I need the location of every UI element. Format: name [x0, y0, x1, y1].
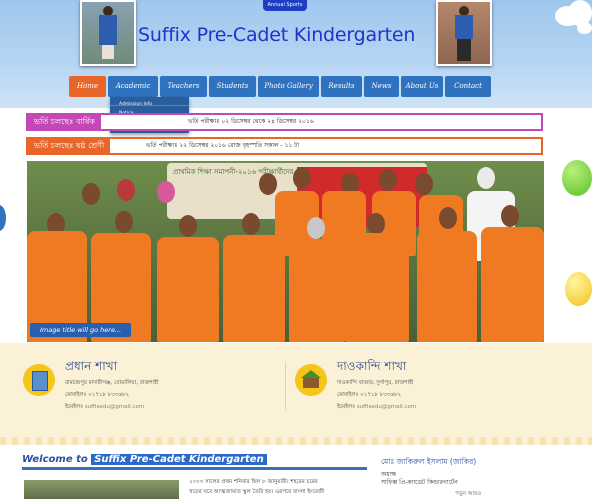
- principal-org: সাফিক্স প্রি-ক্যাডেট কিন্ডারগার্টেন: [381, 479, 458, 486]
- notice-tag: ভর্তি চলছেঃ ষষ্ঠ শ্রেণী: [28, 139, 111, 153]
- branch-email-link[interactable]: suffixedu@gmail.com: [357, 404, 416, 410]
- branch-email-label: ইমেইলঃ: [65, 404, 84, 410]
- divider: [285, 362, 286, 410]
- welcome-text-line: খড়ের ঘরে আত্মজামাত স্কুল তৈরি হয়। এরপর…: [189, 489, 325, 495]
- nav-news[interactable]: News: [364, 76, 399, 97]
- balloon-green-decoration: [562, 160, 592, 196]
- welcome-photo: [24, 480, 179, 499]
- nav-photo-gallery[interactable]: Photo Gallery: [258, 76, 319, 97]
- branch-address: রামচন্দ্রপুর মাদারীগঞ্জ, বোয়ালিয়া, রাজ…: [65, 380, 159, 386]
- building-icon: [23, 364, 55, 396]
- dropdown-item-admission-info[interactable]: Admission Info: [110, 97, 189, 107]
- branch-email-label: ইমেইলঃ: [337, 404, 356, 410]
- nav-academic[interactable]: Academic: [108, 76, 158, 97]
- principal-name: মোঃ জাকিরুল ইসলাম (জাকির): [381, 457, 477, 466]
- cloud-decoration: [577, 22, 592, 34]
- balloon-yellow-decoration: [565, 272, 592, 306]
- branch-address: দাওকান্দি বাজার, দুর্গাপুর, রাজশাহী: [337, 380, 414, 386]
- branch-email-row: ইমেইলঃ suffixedu@gmail.com: [337, 404, 416, 412]
- branch-mobile: মোবাইলঃ ০১৭১৮ ৮৩৩৬৮২: [65, 392, 130, 398]
- nav-results[interactable]: Results: [321, 76, 362, 97]
- nav-students[interactable]: Students: [209, 76, 256, 97]
- branch-name: প্রধান শাখা: [65, 359, 118, 373]
- branch-email-link[interactable]: suffixedu@gmail.com: [85, 404, 144, 410]
- student-photo-left: [80, 0, 136, 66]
- branch-mobile: মোবাইলঃ ০১৭১৮ ৮৩৩৬৮২: [337, 392, 402, 398]
- branch-main: প্রধান শাখা রামচন্দ্রপুর মাদারীগঞ্জ, বোয…: [23, 358, 283, 428]
- site-title[interactable]: Suffix Pre-Cadet Kindergarten: [138, 24, 415, 46]
- notice-strip-class6: ভর্তি চলছেঃ ষষ্ঠ শ্রেণী ভর্তি পরীক্ষাঃ ২…: [26, 137, 543, 155]
- house-icon: [295, 364, 327, 396]
- branch-daokandi: দাওকান্দি শাখা দাওকান্দি বাজার, দুর্গাপু…: [295, 358, 555, 428]
- welcome-prefix: Welcome to: [22, 454, 88, 465]
- student-photo-right: [436, 0, 492, 66]
- nav-about-us[interactable]: About Us: [401, 76, 443, 97]
- welcome-underline: [22, 467, 367, 470]
- notice-strip-annual: ভর্তি চলছেঃ বার্ষিক ভর্তি পরীক্ষাঃ ০২ ডি…: [26, 113, 543, 131]
- notice-text[interactable]: ভর্তি পরীক্ষাঃ ০২ ডিসেম্বর থেকে ২৪ ডিসেম…: [188, 115, 314, 129]
- nav-home[interactable]: Home: [69, 76, 106, 97]
- notice-text[interactable]: ভর্তি পরীক্ষাঃ ২২ ডিসেম্বর ২০১৬ রোজ বৃহস…: [146, 139, 299, 153]
- nav-teachers[interactable]: Teachers: [160, 76, 207, 97]
- branch-name: দাওকান্দি শাখা: [337, 359, 407, 373]
- ribbon-badge: Annual Sports: [263, 0, 307, 11]
- notice-tag: ভর্তি চলছেঃ বার্ষিক: [28, 115, 102, 129]
- welcome-heading: Welcome to Suffix Pre-Cadet Kindergarten: [22, 454, 267, 465]
- image-slider[interactable]: প্রাথমিক শিক্ষা সমাপনী-২০১৬ পরীক্ষার্থীদ…: [27, 161, 544, 342]
- slide-caption[interactable]: Image title will go here...: [30, 323, 132, 337]
- balloon-blue-decoration: [0, 205, 6, 231]
- scalloped-border: [0, 437, 592, 445]
- main-nav: Home Academic Teachers Students Photo Ga…: [69, 76, 493, 97]
- welcome-text-line: ২০০৩ সালের প্রথম শনিবার ছিল ৮ জানুয়ারী।…: [189, 479, 318, 485]
- branch-email-row: ইমেইলঃ suffixedu@gmail.com: [65, 404, 144, 412]
- read-more-link[interactable]: পড়ুন আরও: [455, 491, 481, 499]
- welcome-school-name: Suffix Pre-Cadet Kindergarten: [91, 454, 267, 465]
- nav-contact[interactable]: Contact: [445, 76, 491, 97]
